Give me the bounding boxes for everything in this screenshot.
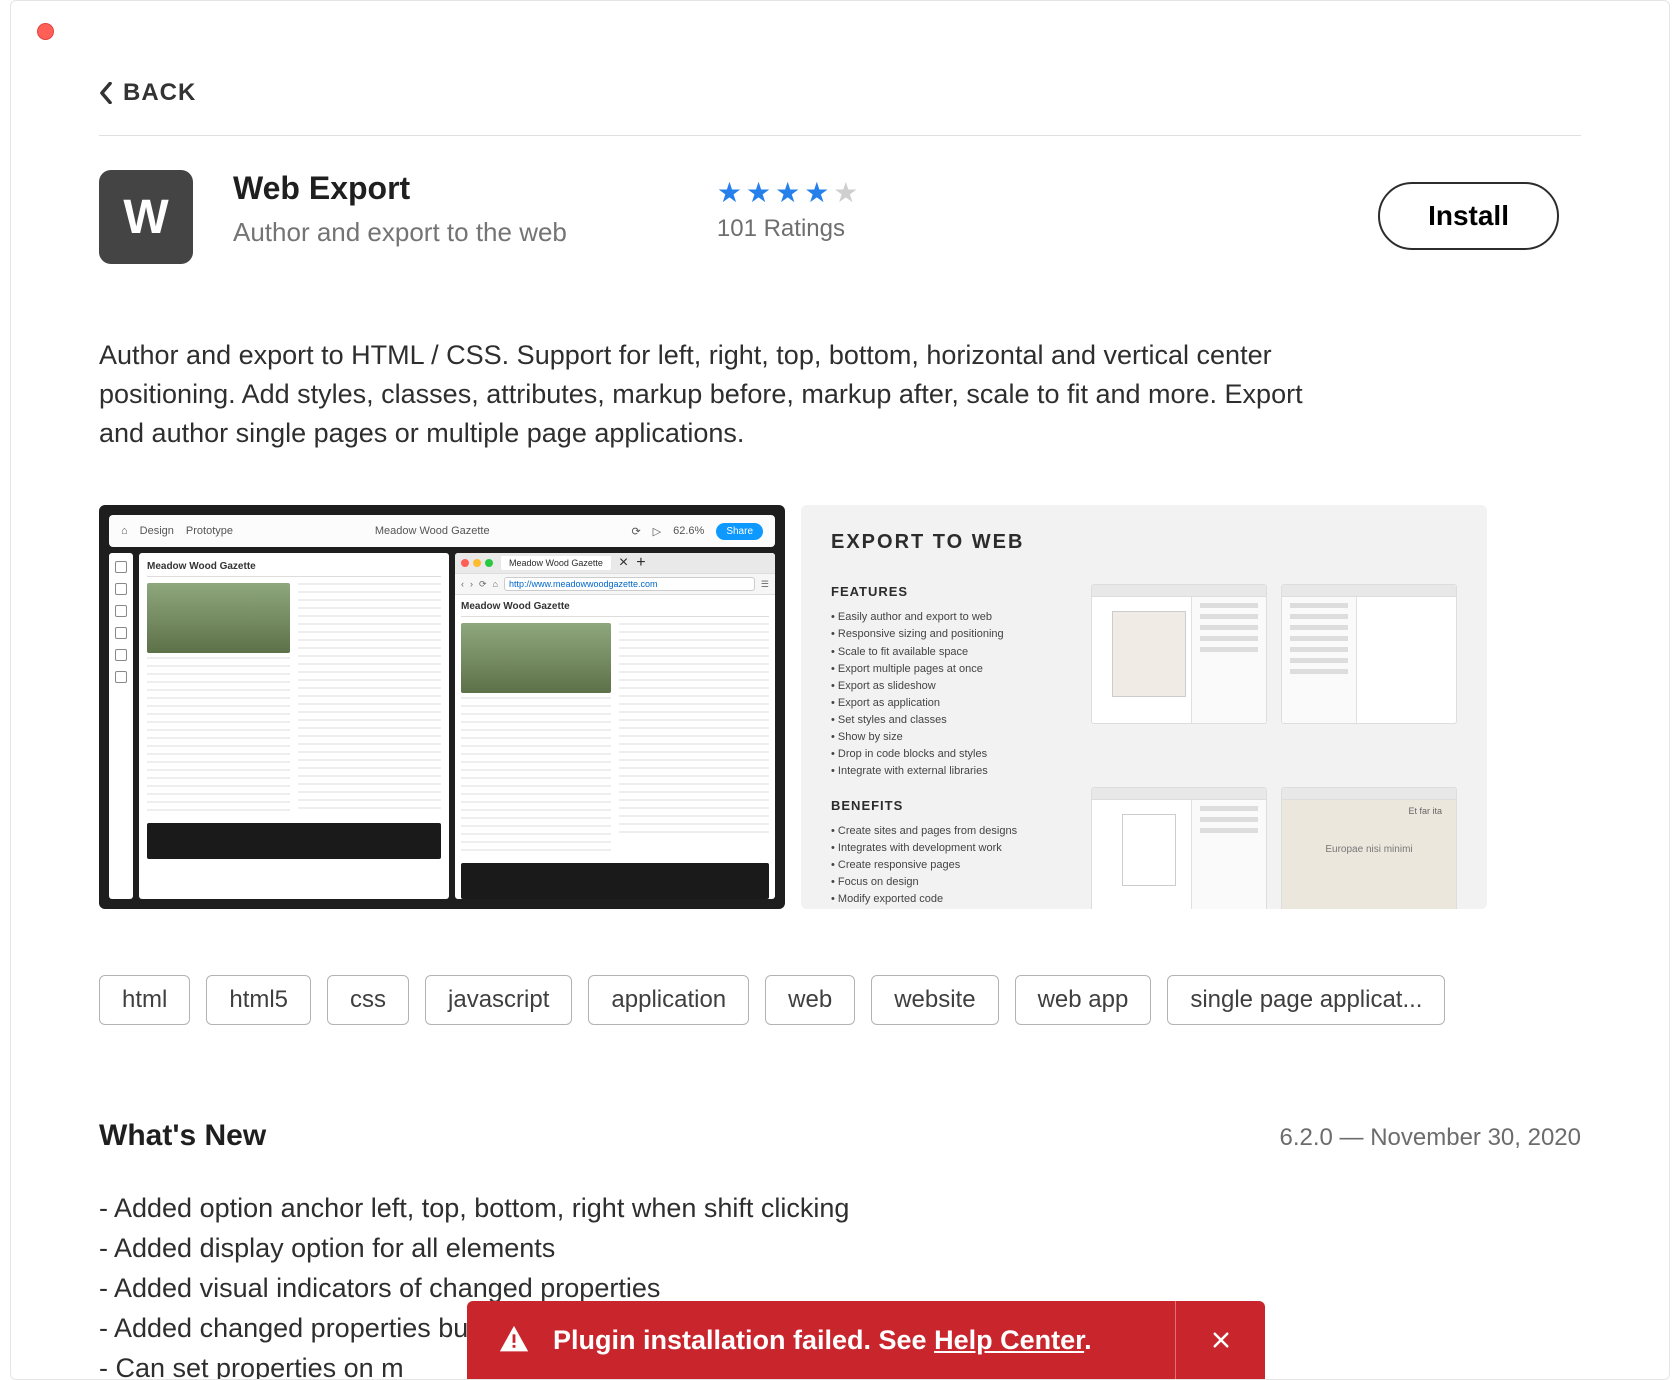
screenshot-1[interactable]: ⌂ Design Prototype Meadow Wood Gazette ⟳… (99, 505, 785, 909)
chevron-left-icon (99, 82, 113, 104)
error-toast: Plugin installation failed. See Help Cen… (467, 1301, 1265, 1379)
plugin-icon: W (99, 170, 193, 264)
back-button[interactable]: BACK (99, 79, 196, 107)
window-controls (37, 23, 64, 45)
help-center-link[interactable]: Help Center (934, 1325, 1084, 1355)
screenshot-gallery: ⌂ Design Prototype Meadow Wood Gazette ⟳… (99, 505, 1581, 909)
tags-row: html html5 css javascript application webwebs… (99, 975, 1581, 1025)
rating-block: ★★★★★ 101 Ratings (717, 170, 863, 243)
tag[interactable]: single page applicat... (1167, 975, 1445, 1025)
tag[interactable]: web app (1015, 975, 1152, 1025)
tag[interactable]: application (588, 975, 749, 1025)
warning-icon (497, 1323, 531, 1357)
toast-message: Plugin installation failed. See Help Cen… (553, 1325, 1092, 1356)
tag[interactable]: html (99, 975, 190, 1025)
whats-new-meta: 6.2.0 — November 30, 2020 (1279, 1124, 1581, 1152)
changelog-line: - Added option anchor left, top, bottom,… (99, 1189, 1581, 1229)
plugin-title: Web Export (233, 170, 567, 207)
screenshot-2[interactable]: EXPORT TO WEB FEATURES Easily author and… (801, 505, 1487, 909)
close-window-button[interactable] (37, 23, 54, 40)
whats-new-heading: What's New (99, 1119, 266, 1153)
install-button[interactable]: Install (1378, 182, 1559, 250)
tag[interactable]: website (871, 975, 998, 1025)
back-label: BACK (123, 79, 196, 107)
rating-count: 101 Ratings (717, 215, 863, 243)
tag[interactable]: css (327, 975, 409, 1025)
plugin-description: Author and export to HTML / CSS. Support… (99, 336, 1329, 453)
tag[interactable]: web (765, 975, 855, 1025)
tag[interactable]: html5 (206, 975, 311, 1025)
rating-stars: ★★★★★ (717, 176, 863, 209)
toast-close-button[interactable] (1175, 1301, 1235, 1379)
plugin-detail-window: BACK W Web Export Author and export to t… (10, 0, 1670, 1380)
plugin-tagline: Author and export to the web (233, 217, 567, 248)
tag[interactable]: javascript (425, 975, 572, 1025)
changelog-line: - Added display option for all elements (99, 1229, 1581, 1269)
